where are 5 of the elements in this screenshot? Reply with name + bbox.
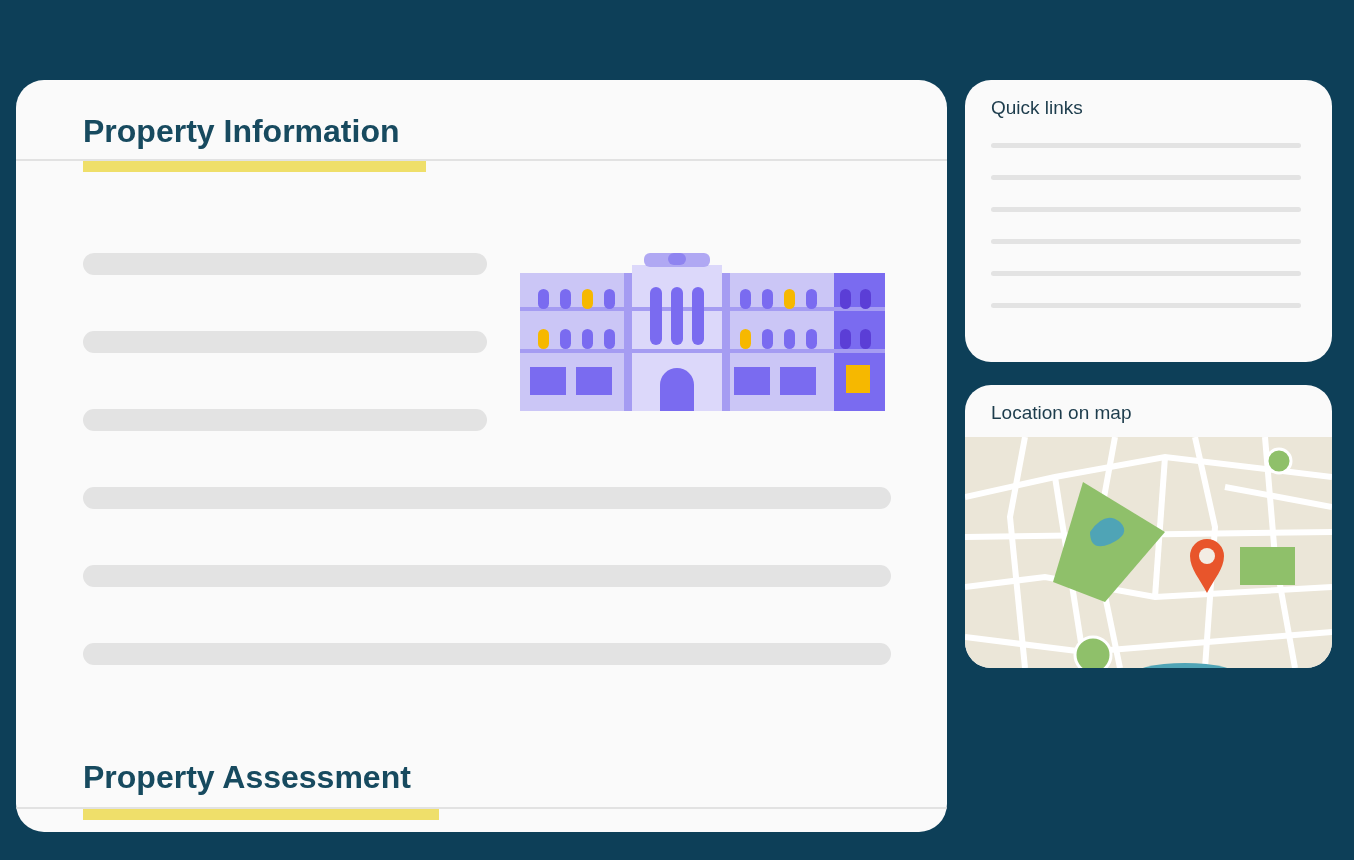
location-pin-icon bbox=[1190, 539, 1224, 593]
section-title: Property Assessment bbox=[83, 761, 411, 793]
section-title: Property Information bbox=[83, 115, 400, 147]
card-title: Quick links bbox=[990, 96, 1084, 120]
card-title: Location on map bbox=[990, 401, 1133, 425]
